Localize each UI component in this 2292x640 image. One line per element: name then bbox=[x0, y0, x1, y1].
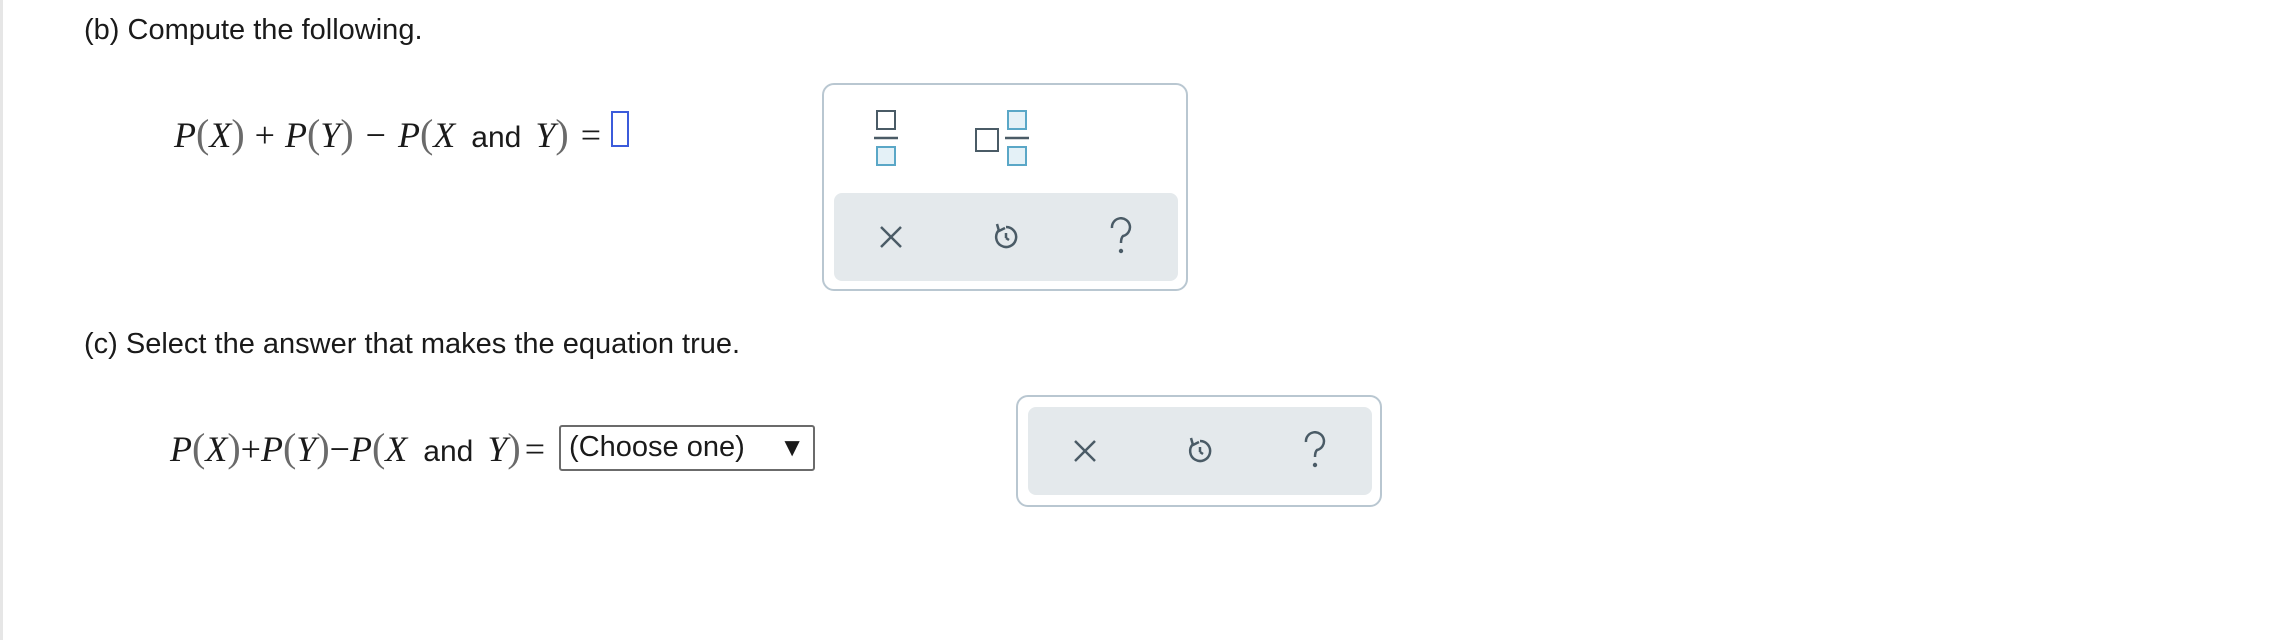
fraction-button[interactable] bbox=[874, 109, 898, 167]
paren-open: ( bbox=[192, 425, 206, 470]
paren-close: ) bbox=[231, 111, 245, 156]
eq-p: P bbox=[397, 115, 420, 155]
math-toolbar-panel-c bbox=[1016, 395, 1382, 507]
fraction-icon bbox=[874, 110, 898, 166]
paren-close: ) bbox=[316, 425, 330, 470]
eq-plus: + bbox=[240, 429, 261, 469]
eq-y: Y bbox=[535, 115, 556, 155]
undo-button[interactable] bbox=[1178, 429, 1222, 473]
eq-and: and bbox=[423, 435, 474, 468]
mixed-number-icon bbox=[975, 110, 1029, 166]
x-icon bbox=[1074, 440, 1097, 462]
answer-select[interactable]: (Choose one) ▼ bbox=[559, 424, 816, 471]
clear-button[interactable] bbox=[869, 215, 913, 259]
toolbar-actions-b bbox=[834, 193, 1178, 281]
part-c-prompt: (c) Select the answer that makes the equ… bbox=[84, 328, 741, 360]
eq-p: P bbox=[260, 429, 283, 469]
paren-open: ( bbox=[419, 111, 434, 156]
paren-open: ( bbox=[196, 111, 210, 156]
part-b-prompt: (b) Compute the following. bbox=[84, 14, 423, 46]
undo-icon bbox=[994, 223, 1018, 249]
eq-y: Y bbox=[487, 429, 508, 469]
undo-icon bbox=[1188, 437, 1212, 463]
math-toolbar-panel-b bbox=[822, 83, 1188, 291]
eq-x: X bbox=[205, 429, 228, 469]
answer-input[interactable] bbox=[611, 111, 630, 147]
dropdown-arrow-icon: ▼ bbox=[779, 432, 806, 462]
eq-equals: = bbox=[524, 429, 546, 469]
help-button[interactable] bbox=[1293, 429, 1337, 473]
help-icon bbox=[1304, 431, 1325, 468]
eq-and: and bbox=[471, 121, 522, 154]
help-icon bbox=[1110, 217, 1131, 254]
mixed-number-button[interactable] bbox=[974, 109, 1032, 167]
paren-close: ) bbox=[227, 425, 241, 470]
help-button[interactable] bbox=[1099, 215, 1143, 259]
x-icon bbox=[880, 226, 903, 248]
eq-p: P bbox=[284, 115, 307, 155]
eq-equals: = bbox=[580, 115, 602, 155]
left-border bbox=[0, 0, 3, 640]
eq-minus: − bbox=[329, 429, 350, 469]
undo-button[interactable] bbox=[984, 215, 1028, 259]
eq-p: P bbox=[174, 115, 196, 155]
eq-plus: + bbox=[254, 115, 275, 155]
select-value: (Choose one) bbox=[569, 431, 745, 463]
part-b-equation: P ( X ) + P ( Y ) − P ( X and Y ) = bbox=[174, 110, 630, 157]
paren-open: ( bbox=[282, 425, 297, 470]
eq-x: X bbox=[385, 429, 408, 469]
eq-y: Y bbox=[320, 115, 341, 155]
paren-close: ) bbox=[340, 111, 354, 156]
paren-close: ) bbox=[507, 425, 521, 470]
eq-p: P bbox=[170, 429, 192, 469]
paren-close: ) bbox=[555, 111, 569, 156]
eq-p: P bbox=[349, 429, 372, 469]
eq-x: X bbox=[433, 115, 456, 155]
eq-x: X bbox=[209, 115, 232, 155]
toolbar-actions-c bbox=[1028, 407, 1372, 495]
clear-button[interactable] bbox=[1063, 429, 1107, 473]
part-c-equation: P ( X ) + P ( Y ) − P ( X and Y ) = (Cho… bbox=[170, 424, 816, 471]
eq-y: Y bbox=[296, 429, 317, 469]
paren-open: ( bbox=[371, 425, 386, 470]
eq-minus: − bbox=[365, 115, 386, 155]
paren-open: ( bbox=[306, 111, 321, 156]
